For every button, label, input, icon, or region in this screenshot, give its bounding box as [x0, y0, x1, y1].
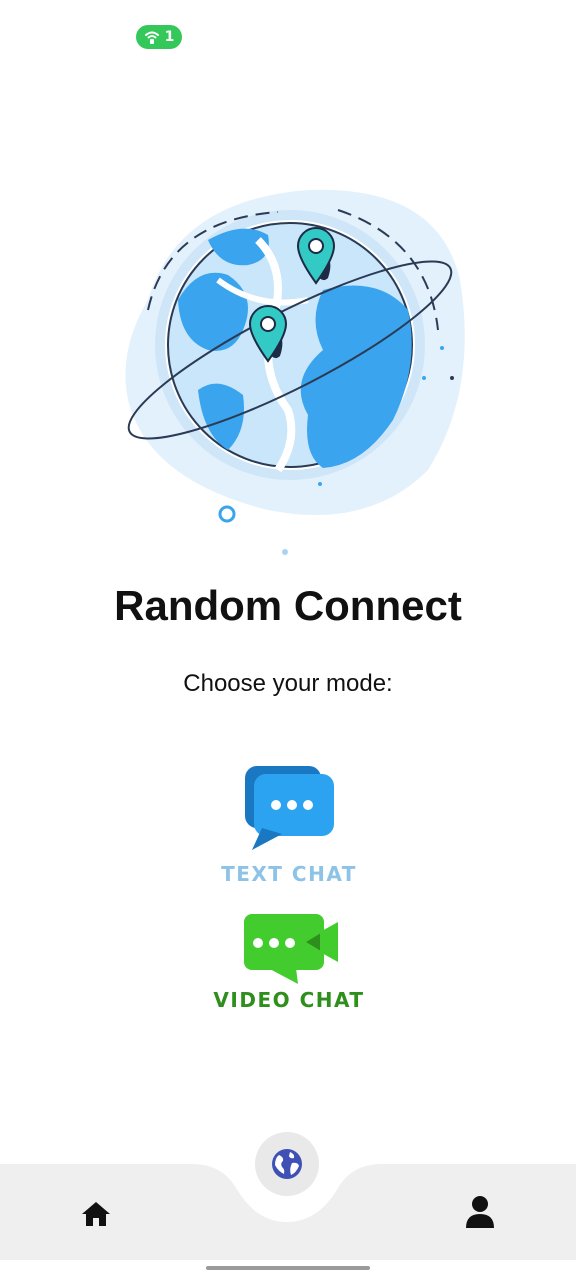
- mode-prompt: Choose your mode:: [183, 670, 393, 697]
- bottom-navigation: [0, 1130, 576, 1260]
- video-chat-label: VIDEO CHAT: [213, 988, 365, 1012]
- video-chat-button[interactable]: VIDEO CHAT: [208, 910, 370, 1012]
- decor-dot: [450, 376, 454, 380]
- nav-profile-button[interactable]: [462, 1194, 498, 1230]
- globe-illustration: [125, 189, 465, 555]
- video-chat-camera-icon: [244, 914, 338, 984]
- text-chat-bubble-icon: [245, 766, 334, 850]
- hotspot-status-pill: 1: [136, 25, 182, 49]
- nav-home-button[interactable]: [80, 1198, 112, 1228]
- hotspot-count: 1: [164, 29, 175, 45]
- text-chat-button[interactable]: TEXT CHAT: [208, 762, 370, 887]
- nav-globe-button[interactable]: [255, 1132, 319, 1196]
- profile-icon: [466, 1196, 494, 1228]
- home-icon: [82, 1202, 110, 1226]
- decor-dot: [440, 346, 444, 350]
- decor-dot: [318, 482, 322, 486]
- decor-dot: [422, 376, 426, 380]
- home-indicator[interactable]: [206, 1266, 370, 1270]
- text-chat-label: TEXT CHAT: [221, 862, 357, 886]
- app-title: Random Connect: [114, 582, 462, 629]
- globe-icon: [272, 1149, 302, 1179]
- wifi-hotspot-icon: [144, 31, 159, 44]
- decor-ring: [218, 505, 236, 523]
- decor-dot: [282, 549, 288, 555]
- screen: 1 Random Connect Choose your mode: TEXT …: [0, 0, 576, 1280]
